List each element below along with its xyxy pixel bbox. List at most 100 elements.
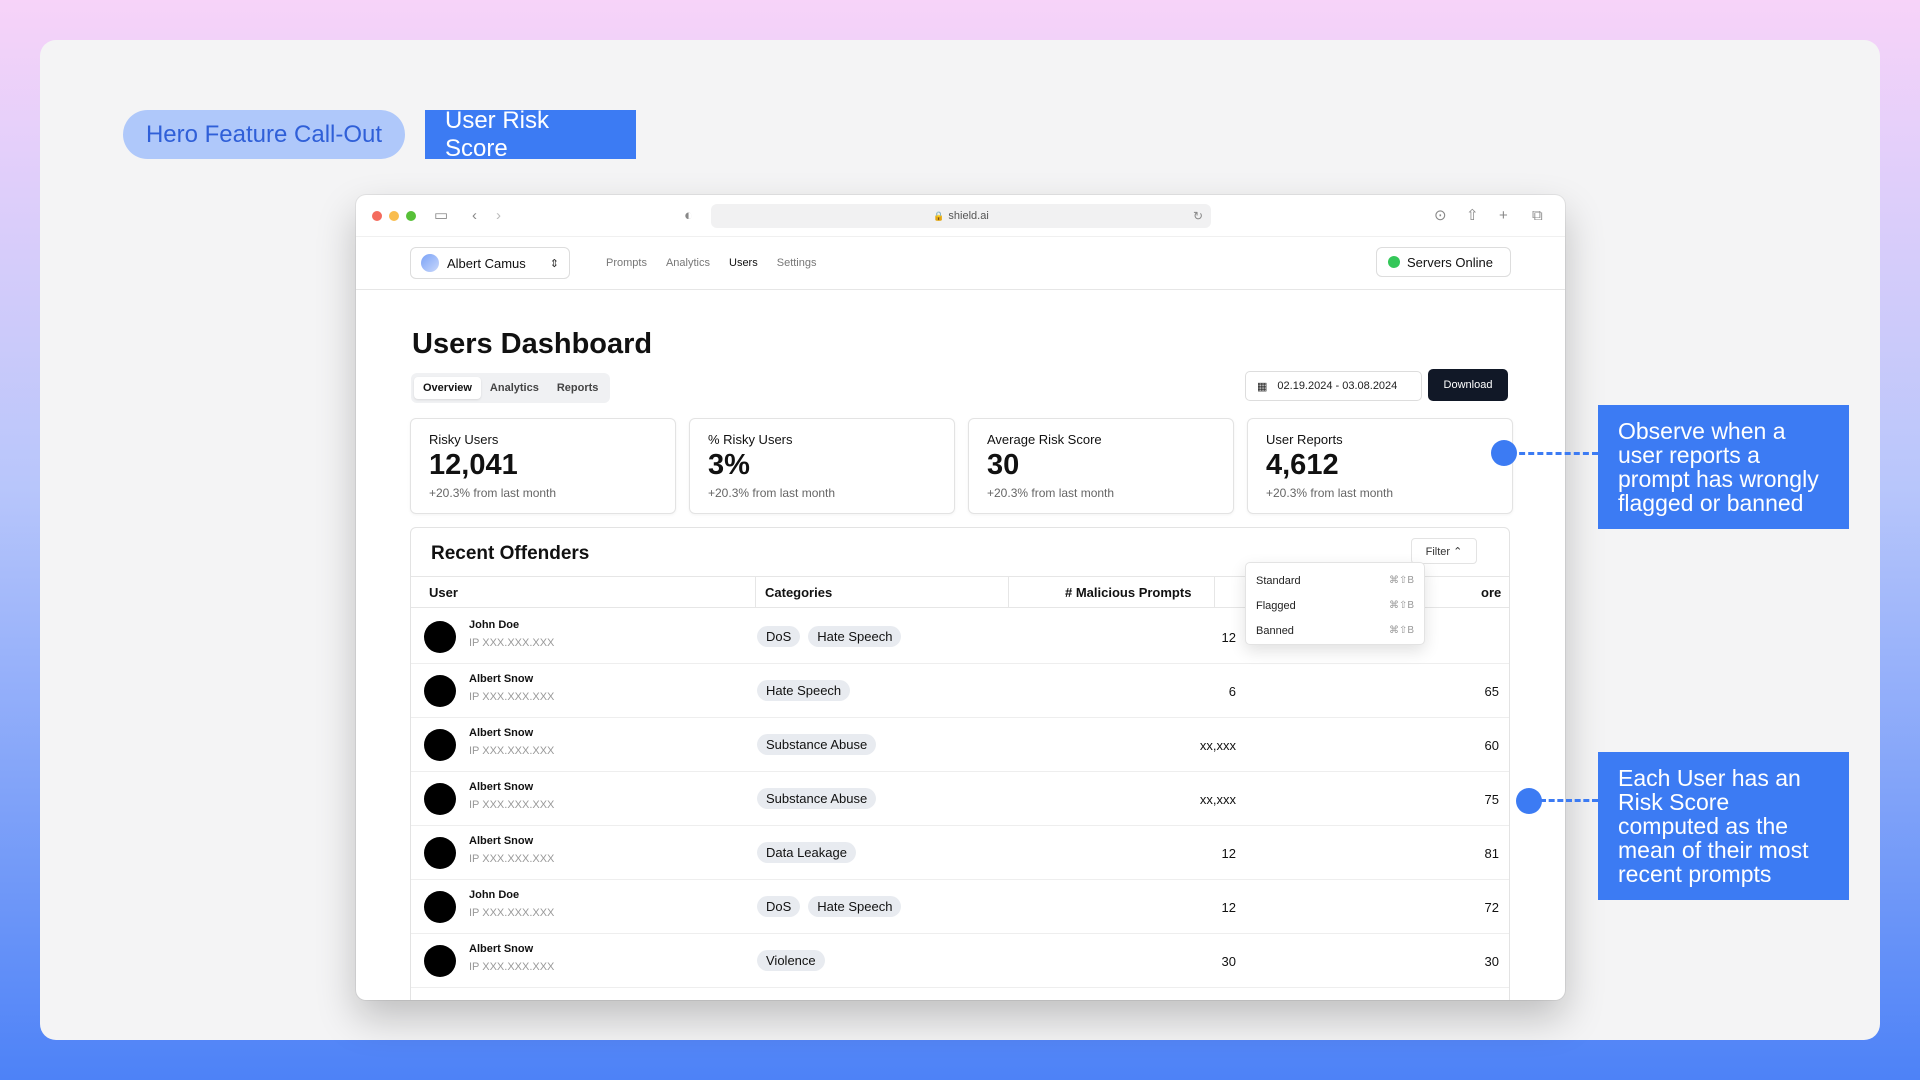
callout-connector <box>1510 452 1598 455</box>
user-name: Albert Snow <box>469 835 534 847</box>
table-row[interactable]: John Doe IP XXX.XXX.XXX DoS Hate Speech 12 72 <box>411 880 1509 934</box>
chevron-up-down-icon: ⇕ <box>549 257 559 270</box>
category-tag: Data Leakage <box>757 842 856 863</box>
filter-option-standard[interactable]: Standard ⌘⇧B <box>1246 568 1424 593</box>
nav-prompts[interactable]: Prompts <box>606 257 647 269</box>
category-tags: Substance Abuse <box>757 734 877 755</box>
column-divider <box>1008 576 1009 608</box>
avatar <box>424 783 456 815</box>
tab-overview[interactable]: Overview <box>414 377 481 399</box>
avatar <box>424 675 456 707</box>
column-user[interactable]: User <box>429 585 458 600</box>
category-tag: DoS <box>757 896 801 917</box>
date-range-picker[interactable]: ▦ 02.19.2024 - 03.08.2024 <box>1245 371 1422 401</box>
filter-option-banned[interactable]: Banned ⌘⇧B <box>1246 618 1424 643</box>
download-button[interactable]: Download <box>1428 369 1508 401</box>
avatar <box>424 729 456 761</box>
column-categories[interactable]: Categories <box>765 585 832 600</box>
user-ip: IP XXX.XXX.XXX <box>469 745 555 757</box>
column-risk-score[interactable]: ore <box>1481 585 1501 600</box>
user-ip: IP XXX.XXX.XXX <box>469 907 555 919</box>
column-divider <box>1214 576 1215 608</box>
stats-cards: Risky Users 12,041 +20.3% from last mont… <box>410 418 1513 514</box>
column-divider <box>755 576 756 608</box>
address-bar[interactable]: 🔒 shield.ai ↻ <box>711 204 1211 228</box>
nav-users[interactable]: Users <box>729 257 758 269</box>
filter-button[interactable]: Filter ⌃ <box>1411 538 1477 564</box>
window-controls <box>372 211 416 221</box>
filter-option-flagged[interactable]: Flagged ⌘⇧B <box>1246 593 1424 618</box>
user-ip: IP XXX.XXX.XXX <box>469 691 555 703</box>
nav-settings[interactable]: Settings <box>777 257 817 269</box>
tab-reports[interactable]: Reports <box>548 377 608 399</box>
nav-analytics[interactable]: Analytics <box>666 257 710 269</box>
table-row[interactable]: Albert Snow IP XXX.XXX.XXX Hate Speech 6 65 <box>411 664 1509 718</box>
stat-card-percent-risky: % Risky Users 3% +20.3% from last month <box>689 418 955 514</box>
category-tag: Hate Speech <box>757 680 851 701</box>
option-shortcut: ⌘⇧B <box>1388 600 1414 611</box>
malicious-count: 30 <box>1221 954 1236 969</box>
back-icon[interactable]: ‹ <box>472 207 477 225</box>
forward-icon[interactable]: › <box>496 207 501 225</box>
user-name: John Doe <box>469 889 520 901</box>
category-tags: Data Leakage <box>757 842 856 863</box>
calendar-icon: ▦ <box>1257 380 1268 393</box>
sidebar-toggle-icon[interactable]: ▭ <box>434 207 448 225</box>
category-tag: Substance Abuse <box>757 788 877 809</box>
table-row[interactable]: Albert Snow IP XXX.XXX.XXX Substance Abuse… <box>411 772 1509 826</box>
avatar <box>424 621 456 653</box>
table-row[interactable]: Albert Snow IP XXX.XXX.XXX Substance Abuse… <box>411 718 1509 772</box>
dashboard-tabs: Overview Analytics Reports <box>411 373 611 403</box>
column-malicious-prompts[interactable]: # Malicious Prompts <box>1065 585 1191 600</box>
reload-icon[interactable]: ↻ <box>1193 209 1203 223</box>
url-text: shield.ai <box>948 210 989 222</box>
user-name: John Doe <box>469 619 520 631</box>
malicious-count: xx,xxx <box>1199 792 1236 807</box>
option-label: Banned <box>1256 624 1294 637</box>
offenders-title: Recent Offenders <box>431 543 590 564</box>
close-window-button[interactable] <box>372 211 382 221</box>
callout-connector <box>1540 799 1598 802</box>
maximize-window-button[interactable] <box>406 211 416 221</box>
option-shortcut: ⌘⇧B <box>1388 575 1414 586</box>
account-avatar <box>421 254 439 272</box>
risk-score-callout: Each User has an Risk Score computed as … <box>1598 752 1849 900</box>
category-tag: Substance Abuse <box>757 734 877 755</box>
stat-value: 12,041 <box>429 449 518 481</box>
stat-change: +20.3% from last month <box>987 486 1115 500</box>
table-row[interactable]: Albert Snow IP XXX.XXX.XXX Data Leakage 12 8… <box>411 826 1509 880</box>
table-row[interactable]: Albert Snow IP XXX.XXX.XXX Violence 30 30 <box>411 934 1509 988</box>
avatar <box>424 891 456 923</box>
user-name: Albert Snow <box>469 943 534 955</box>
avatar <box>424 837 456 869</box>
new-tab-icon[interactable]: + <box>1499 207 1508 225</box>
stat-change: +20.3% from last month <box>708 486 836 500</box>
user-name: Albert Snow <box>469 781 534 793</box>
callout-marker <box>1516 788 1542 814</box>
status-dot-icon <box>1388 256 1400 268</box>
tabs-overview-icon[interactable]: ⧉ <box>1532 207 1543 225</box>
share-icon[interactable]: ⇧ <box>1466 207 1479 225</box>
option-label: Standard <box>1256 574 1301 587</box>
malicious-count: 12 <box>1221 630 1236 645</box>
user-name: Albert Snow <box>469 673 534 685</box>
browser-window: ▭ ‹ › ◐ 🔒 shield.ai ↻ ⊙ ⇧ + ⧉ Albert Cam… <box>356 195 1565 1000</box>
risk-score-value: 60 <box>1484 738 1499 753</box>
tab-analytics[interactable]: Analytics <box>481 377 548 399</box>
category-tag: DoS <box>757 626 801 647</box>
minimize-window-button[interactable] <box>389 211 399 221</box>
malicious-count: 12 <box>1221 846 1236 861</box>
account-selector[interactable]: Albert Camus ⇕ <box>410 247 570 279</box>
stat-label: User Reports <box>1266 432 1343 447</box>
category-tags: Substance Abuse <box>757 788 877 809</box>
malicious-count: 12 <box>1221 900 1236 915</box>
shield-icon[interactable]: ◐ <box>684 207 693 225</box>
user-ip: IP XXX.XXX.XXX <box>469 637 555 649</box>
download-icon[interactable]: ⊙ <box>1434 207 1447 225</box>
browser-toolbar: ▭ ‹ › ◐ 🔒 shield.ai ↻ ⊙ ⇧ + ⧉ <box>356 195 1565 237</box>
category-tag: Violence <box>757 950 825 971</box>
server-status-badge[interactable]: Servers Online <box>1376 247 1511 277</box>
callout-marker <box>1491 440 1517 466</box>
risk-score-value: 30 <box>1484 954 1499 969</box>
risk-score-value: 75 <box>1484 792 1499 807</box>
